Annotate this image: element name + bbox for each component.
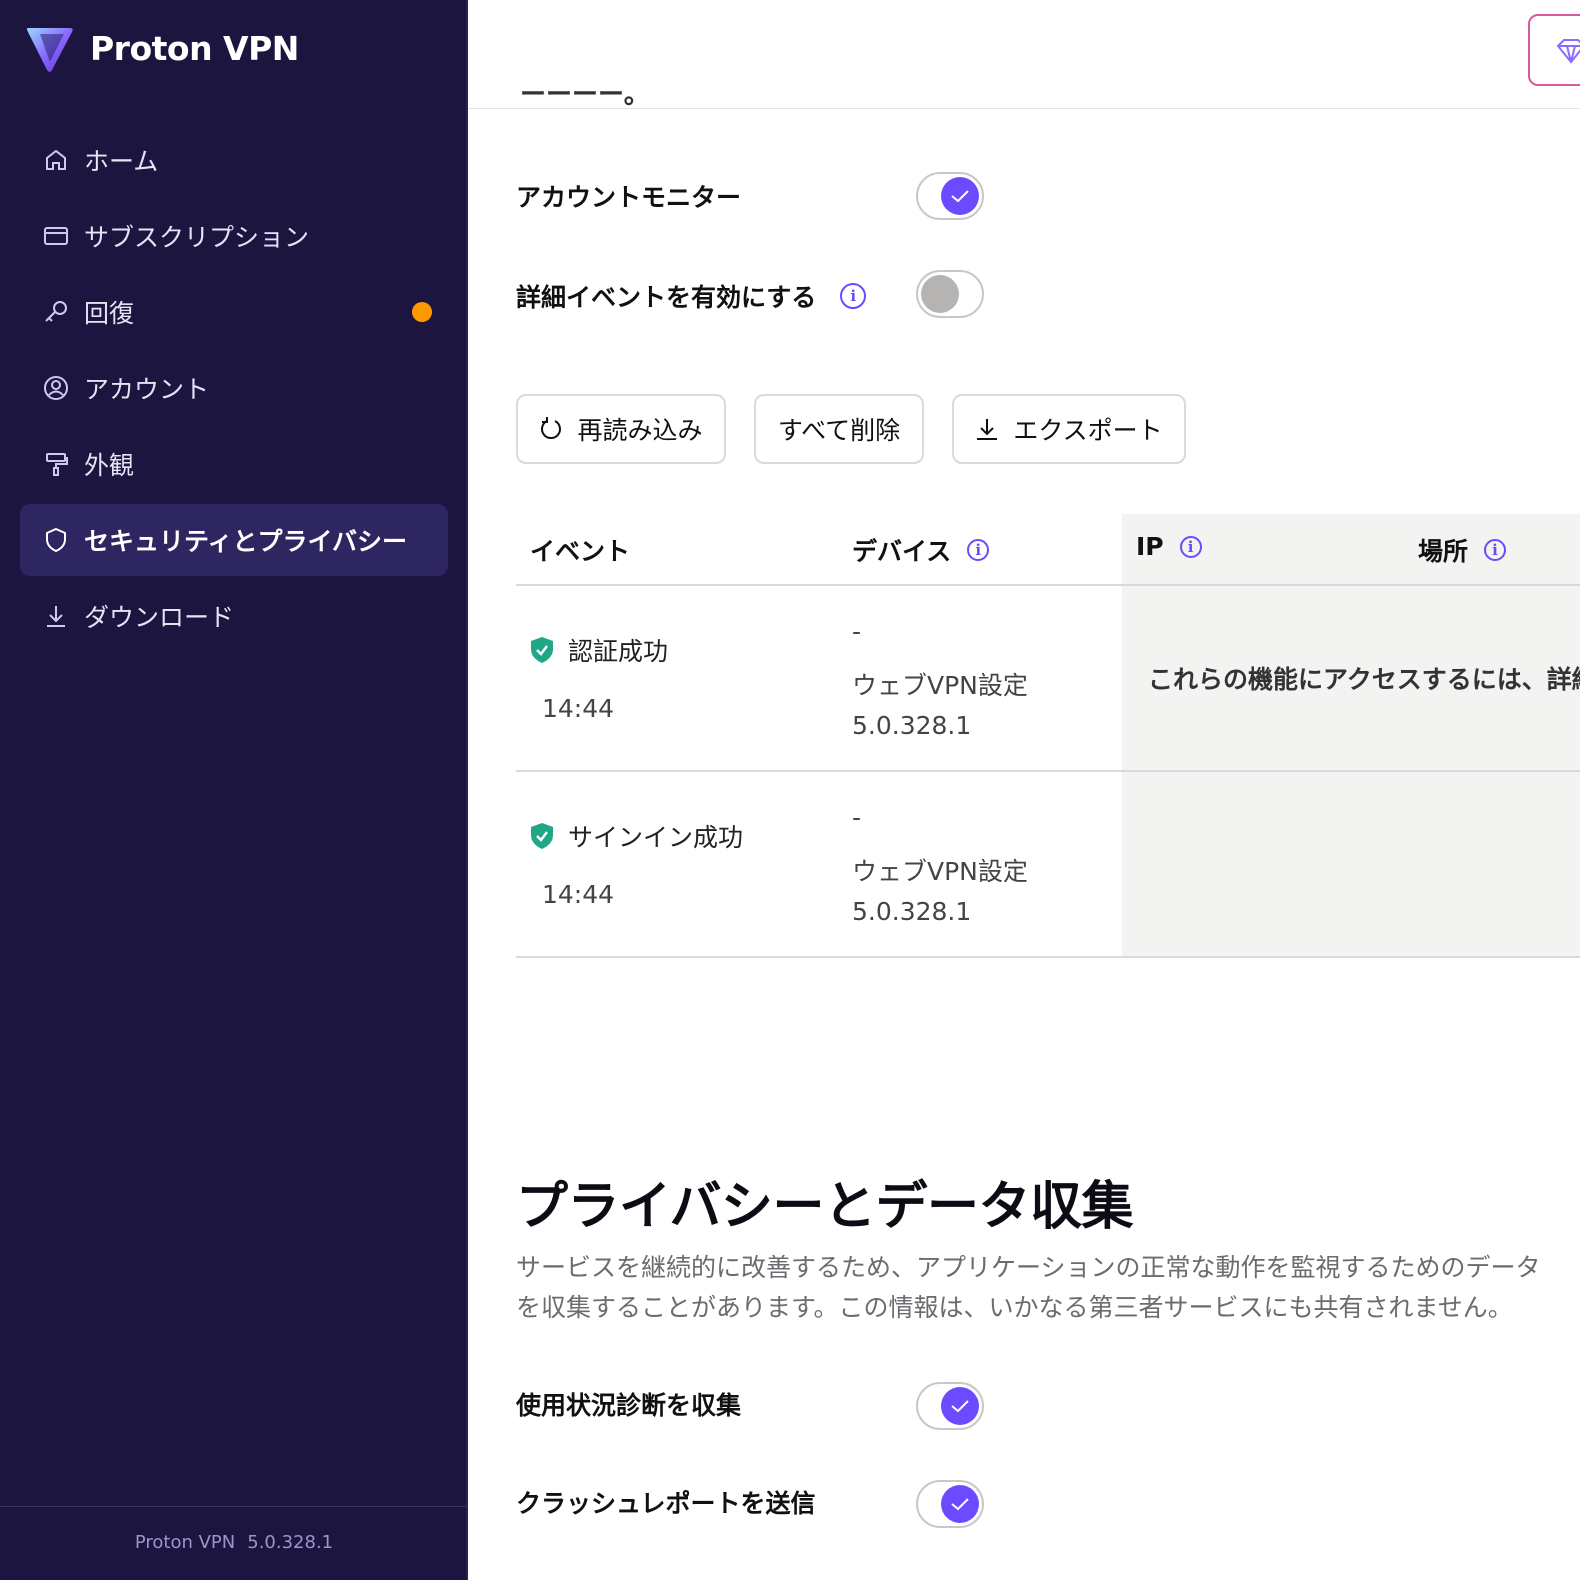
privacy-section-title: プライバシーとデータ収集 [516, 1177, 1133, 1237]
shield-check-icon [530, 636, 554, 664]
reload-label: 再読み込み [577, 416, 703, 445]
sidebar-item-label: 外観 [84, 451, 135, 480]
toggle-knob [941, 177, 979, 215]
sidebar-item-label: 回復 [84, 299, 135, 328]
crash-reports-label: クラッシュレポートを送信 [516, 1489, 816, 1518]
sidebar-item-security-privacy[interactable]: セキュリティとプライバシー [20, 504, 448, 576]
sidebar-item-subscription[interactable]: サブスクリプション [20, 200, 448, 272]
header-divider [468, 108, 1580, 109]
device-app: ウェブVPN設定 [852, 857, 1028, 886]
usage-diagnostics-row: 使用状況診断を収集 [516, 1386, 741, 1422]
refresh-icon [539, 416, 563, 442]
user-circle-icon [42, 374, 70, 402]
device-app: ウェブVPN設定 [852, 671, 1028, 700]
event-name: サインイン成功 [568, 823, 744, 852]
device-version: 5.0.328.1 [852, 897, 972, 926]
sidebar-item-recovery[interactable]: 回復 [20, 276, 448, 348]
check-icon [951, 190, 969, 203]
export-button[interactable]: エクスポート [952, 394, 1186, 464]
info-icon[interactable]: i [1179, 535, 1202, 558]
brand-logo[interactable]: Proton VPN [26, 22, 299, 74]
sidebar: Proton VPN ホーム サブスクリプション 回復 アカウント 外観 セキュ… [0, 0, 468, 1580]
sidebar-item-home[interactable]: ホーム [20, 124, 448, 196]
info-icon[interactable]: i [840, 283, 867, 309]
diamond-icon [1556, 39, 1580, 64]
device-cell: - ウェブVPN設定 5.0.328.1 [852, 612, 1028, 746]
device-version: 5.0.328.1 [852, 711, 972, 740]
device-placeholder: - [852, 617, 862, 646]
check-icon [951, 1498, 969, 1511]
sidebar-item-downloads[interactable]: ダウンロード [20, 580, 448, 652]
column-header-location: 場所 i [1418, 532, 1507, 568]
key-icon [42, 298, 70, 326]
gated-feature-message: これらの機能にアクセスするには、詳細イ [1148, 665, 1580, 694]
event-time: 14:44 [542, 880, 615, 909]
usage-diagnostics-label: 使用状況診断を収集 [516, 1391, 742, 1420]
reload-button[interactable]: 再読み込み [516, 394, 726, 464]
sidebar-item-label: ホーム [84, 147, 159, 176]
brand-name: Proton VPN [90, 28, 299, 68]
check-icon [951, 1400, 969, 1413]
app-version: Proton VPN 5.0.328.1 [134, 1532, 334, 1553]
column-header-device: デバイス i [852, 532, 990, 568]
sidebar-divider [0, 1506, 466, 1507]
cut-off-heading: ーーーー。 [520, 88, 650, 110]
table-header-divider [516, 584, 1580, 586]
device-placeholder: - [852, 803, 862, 832]
info-icon[interactable]: i [967, 539, 990, 561]
paint-roller-icon [42, 450, 70, 478]
event-name: 認証成功 [568, 637, 669, 666]
account-monitor-toggle[interactable] [916, 172, 984, 220]
toggle-knob [941, 1387, 979, 1425]
row-divider [516, 770, 1580, 772]
advanced-events-toggle[interactable] [916, 270, 984, 318]
shield-check-icon [530, 822, 554, 850]
table-row: 認証成功 14:44 [530, 632, 668, 723]
event-time: 14:44 [542, 694, 615, 723]
notification-dot [412, 302, 432, 322]
column-header-event: イベント [530, 537, 631, 566]
crash-reports-toggle[interactable] [916, 1480, 984, 1528]
table-row: サインイン成功 14:44 [530, 818, 743, 909]
advanced-events-label: 詳細イベントを有効にする [516, 283, 817, 312]
advanced-events-row: 詳細イベントを有効にする i [516, 278, 867, 314]
sidebar-nav: ホーム サブスクリプション 回復 アカウント 外観 セキュリティとプライバシー … [20, 124, 448, 656]
download-icon [975, 416, 999, 442]
device-cell: - ウェブVPN設定 5.0.328.1 [852, 798, 1028, 932]
shield-icon [42, 526, 70, 554]
download-icon [42, 602, 70, 630]
privacy-section-description: サービスを継続的に改善するため、アプリケーションの正常な動作を監視するためのデー… [516, 1253, 1541, 1322]
row-divider [516, 956, 1580, 958]
credit-card-icon [42, 222, 70, 250]
upgrade-button[interactable] [1528, 14, 1580, 86]
gated-columns-overlay [1122, 514, 1580, 958]
sidebar-item-label: アカウント [84, 375, 210, 404]
column-header-ip: IP i [1136, 532, 1202, 561]
sidebar-item-appearance[interactable]: 外観 [20, 428, 448, 500]
sidebar-item-label: サブスクリプション [84, 223, 310, 252]
delete-all-label: すべて削除 [777, 416, 901, 445]
home-icon [42, 146, 70, 174]
sidebar-border [466, 0, 468, 1580]
delete-all-button[interactable]: すべて削除 [754, 394, 924, 464]
account-monitor-label: アカウントモニター [516, 183, 742, 212]
crash-reports-row: クラッシュレポートを送信 [516, 1484, 816, 1520]
account-monitor-row: アカウントモニター [516, 178, 741, 214]
sidebar-item-account[interactable]: アカウント [20, 352, 448, 424]
toggle-knob [941, 1485, 979, 1523]
usage-diagnostics-toggle[interactable] [916, 1382, 984, 1430]
info-icon[interactable]: i [1484, 539, 1507, 561]
sidebar-item-label: セキュリティとプライバシー [84, 527, 408, 556]
sidebar-item-label: ダウンロード [84, 603, 235, 632]
proton-vpn-logo-icon [27, 28, 73, 72]
toggle-knob [921, 275, 959, 313]
export-label: エクスポート [1013, 416, 1163, 445]
